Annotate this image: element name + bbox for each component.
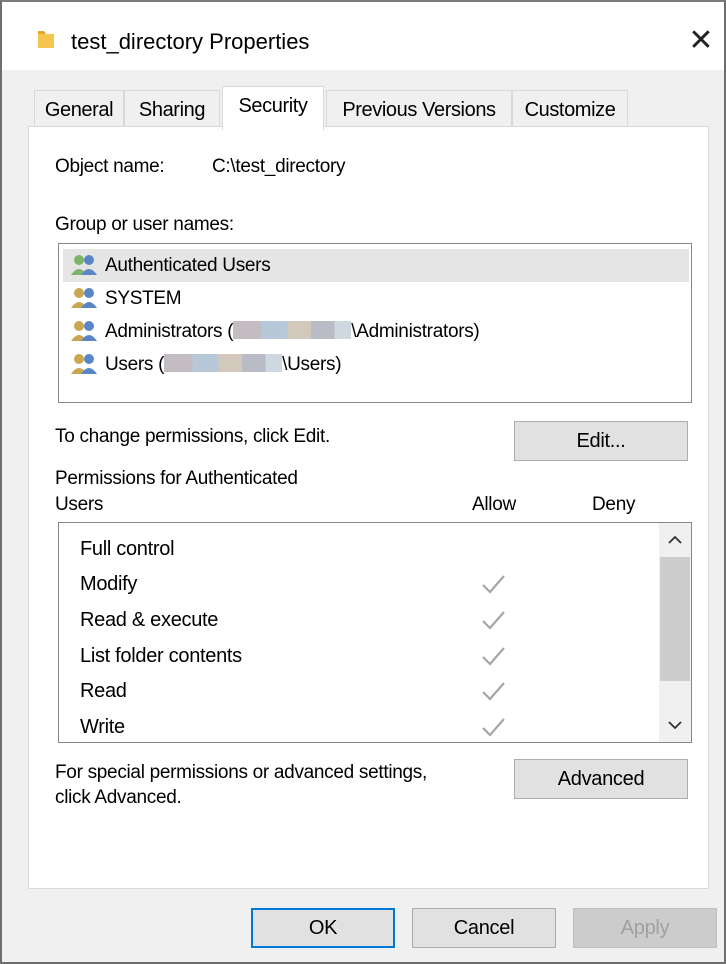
user-label: Users (\Users): [105, 354, 342, 375]
permissions-header-user: Users: [55, 494, 104, 515]
properties-dialog: test_directory Properties ✕ General Shar…: [0, 0, 726, 964]
ok-button[interactable]: OK: [251, 908, 395, 948]
special-permissions-hint: For special permissions or advanced sett…: [55, 762, 427, 783]
cancel-button[interactable]: Cancel: [412, 908, 556, 948]
tab-general[interactable]: General: [34, 90, 124, 126]
permission-label: Write: [80, 716, 125, 738]
scroll-thumb[interactable]: [660, 557, 690, 681]
redacted-domain: [233, 321, 352, 339]
tab-previous-versions[interactable]: Previous Versions: [326, 90, 512, 126]
tab-security[interactable]: Security: [222, 86, 324, 130]
user-list[interactable]: Authenticated Users SYSTEM Administrator…: [58, 243, 692, 403]
permission-label: Read & execute: [80, 609, 219, 631]
window-title: test_directory Properties: [71, 29, 310, 54]
permissions-scrollbar[interactable]: [659, 523, 691, 742]
permission-label: Read: [80, 680, 127, 702]
user-group-icon: [71, 321, 97, 341]
scroll-down-button[interactable]: [659, 708, 691, 742]
user-group-icon: [71, 288, 97, 308]
permission-row-full-control: Full control: [80, 532, 660, 566]
special-permissions-hint-2: click Advanced.: [55, 787, 182, 808]
permission-row-list-folder-contents: List folder contents: [80, 639, 660, 673]
folder-icon: [38, 31, 54, 48]
allow-check-icon: [482, 611, 505, 630]
user-label: SYSTEM: [105, 288, 182, 309]
allow-check-icon: [482, 682, 505, 701]
redacted-domain: [164, 354, 283, 372]
user-group-icon: [71, 255, 97, 275]
scroll-up-button[interactable]: [659, 523, 691, 557]
close-icon: ✕: [688, 24, 714, 57]
list-item-system[interactable]: SYSTEM: [63, 282, 689, 315]
object-name-label: Object name:: [55, 156, 165, 177]
chevron-down-icon: [668, 721, 682, 730]
permissions-header: Permissions for Authenticated: [55, 468, 298, 489]
permission-row-read: Read: [80, 674, 660, 708]
permission-row-modify: Modify: [80, 567, 660, 601]
user-group-icon: [71, 354, 97, 374]
allow-check-icon: [482, 575, 505, 594]
chevron-up-icon: [668, 535, 682, 544]
list-item-users[interactable]: Users (\Users): [63, 348, 689, 381]
apply-button[interactable]: Apply: [573, 908, 717, 948]
list-item-administrators[interactable]: Administrators (\Administrators): [63, 315, 689, 348]
allow-check-icon: [482, 647, 505, 666]
permission-label: List folder contents: [80, 645, 242, 667]
list-item-authenticated-users[interactable]: Authenticated Users: [63, 249, 689, 282]
allow-check-icon: [482, 718, 505, 737]
group-or-user-names-label: Group or user names:: [55, 214, 234, 235]
permissions-list[interactable]: Full control Modify Read & execute List …: [58, 522, 692, 743]
permission-label: Modify: [80, 573, 138, 595]
permission-label: Full control: [80, 538, 175, 560]
user-label: Administrators (\Administrators): [105, 321, 480, 342]
user-label: Authenticated Users: [105, 255, 271, 276]
permission-row-read-execute: Read & execute: [80, 603, 660, 637]
edit-button[interactable]: Edit...: [514, 421, 688, 461]
close-button[interactable]: ✕: [678, 18, 724, 64]
change-permissions-hint: To change permissions, click Edit.: [55, 426, 330, 447]
advanced-button[interactable]: Advanced: [514, 759, 688, 799]
deny-column-header: Deny: [592, 494, 636, 515]
allow-column-header: Allow: [472, 494, 516, 515]
tab-sharing[interactable]: Sharing: [124, 90, 220, 126]
title-bar: test_directory Properties ✕: [2, 2, 724, 70]
permission-row-write: Write: [80, 710, 660, 742]
tab-customize[interactable]: Customize: [512, 90, 628, 126]
object-name-value: C:\test_directory: [212, 156, 346, 177]
